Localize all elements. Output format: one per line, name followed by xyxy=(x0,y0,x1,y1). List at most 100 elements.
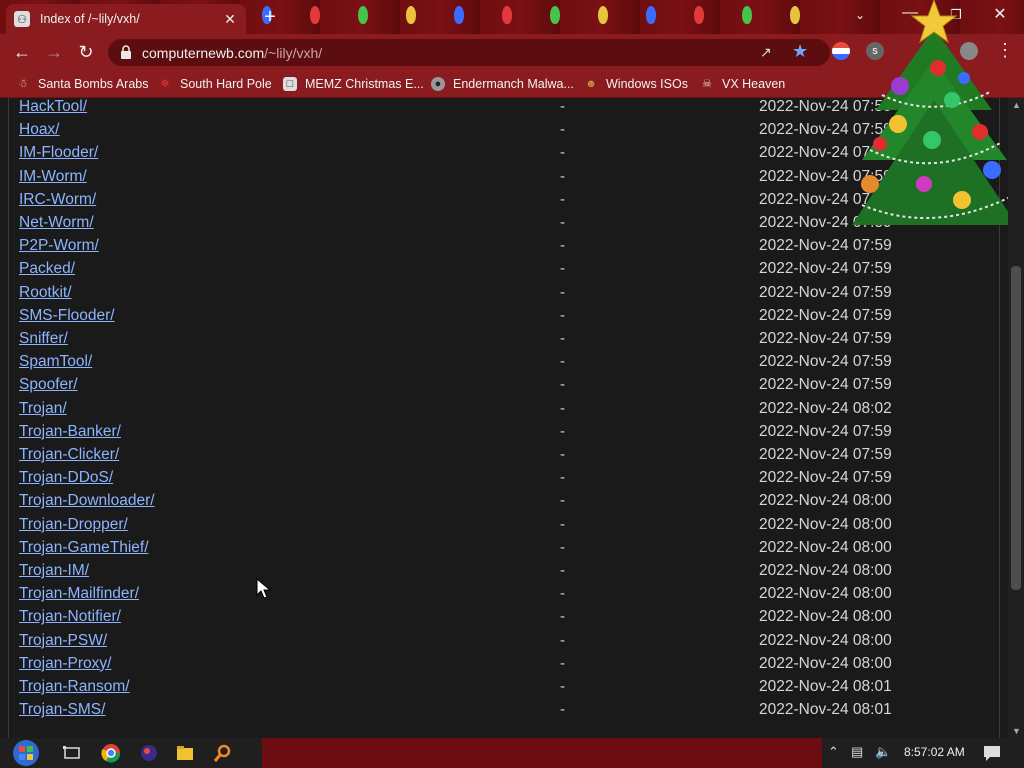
entry-modified-date: 2022-Nov-24 07:59 xyxy=(759,306,892,324)
bookmark-item[interactable]: ● Endermanch Malwa... xyxy=(431,75,574,93)
directory-link[interactable]: Trojan-SMS/ xyxy=(19,701,105,719)
entry-modified-date: 2022-Nov-24 07:59 xyxy=(759,376,892,394)
windows-taskbar: ⌃ ▤ 🔈 8:57:02 AM xyxy=(0,738,1024,768)
entry-size: - xyxy=(560,654,565,672)
table-row: Sniffer/ - 2022-Nov-24 07:59 xyxy=(0,330,1000,353)
entry-modified-date: 2022-Nov-24 07:59 xyxy=(759,422,892,440)
entry-size: - xyxy=(560,515,565,533)
table-row: Trojan-SMS/ - 2022-Nov-24 08:01 xyxy=(0,701,1000,724)
light-bulb xyxy=(454,6,464,24)
directory-link[interactable]: SpamTool/ xyxy=(19,353,92,371)
directory-link[interactable]: Trojan/ xyxy=(19,400,67,418)
vertical-scrollbar[interactable]: ▲ ▼ xyxy=(1008,98,1024,738)
bookmark-item[interactable]: ☠ VX Heaven xyxy=(700,75,785,93)
url-text: computernewb.com/~lily/vxh/ xyxy=(142,45,322,61)
entry-size: - xyxy=(560,562,565,579)
table-row: Trojan-PSW/ - 2022-Nov-24 08:00 xyxy=(0,632,1000,655)
directory-link[interactable]: Trojan-Banker/ xyxy=(19,423,121,441)
share-icon[interactable]: ↗ xyxy=(760,44,772,61)
directory-link[interactable]: Sniffer/ xyxy=(19,330,68,348)
directory-link[interactable]: Packed/ xyxy=(19,260,75,278)
santa-icon: ☃ xyxy=(18,78,28,90)
directory-link[interactable]: Trojan-Clicker/ xyxy=(19,446,119,464)
directory-link[interactable]: Net-Worm/ xyxy=(19,214,94,232)
bookmark-item[interactable]: ☻ Windows ISOs xyxy=(584,75,688,93)
directory-link[interactable]: IM-Worm/ xyxy=(19,168,87,186)
directory-link[interactable]: Trojan-IM/ xyxy=(19,562,89,580)
taskbar-clock[interactable]: 8:57:02 AM xyxy=(904,745,965,759)
directory-link[interactable]: Trojan-GameThief/ xyxy=(19,539,149,557)
network-icon[interactable]: ▤ xyxy=(851,744,863,760)
directory-link[interactable]: Trojan-Ransom/ xyxy=(19,678,130,696)
directory-link[interactable]: IRC-Worm/ xyxy=(19,191,96,209)
directory-link[interactable]: Hoax/ xyxy=(19,121,60,139)
entry-modified-date: 2022-Nov-24 08:01 xyxy=(759,678,892,695)
entry-modified-date: 2022-Nov-24 08:00 xyxy=(759,562,892,579)
entry-modified-date: 2022-Nov-24 08:00 xyxy=(759,654,892,672)
directory-link[interactable]: Trojan-DDoS/ xyxy=(19,469,113,487)
url-host: computernewb.com xyxy=(142,45,265,61)
bookmark-label: VX Heaven xyxy=(722,77,786,91)
entry-size: - xyxy=(560,330,565,347)
windows-start-icon[interactable] xyxy=(8,738,44,768)
directory-link[interactable]: Trojan-Mailfinder/ xyxy=(19,585,139,603)
chevron-up-icon[interactable]: ⌃ xyxy=(828,744,839,760)
address-bar[interactable]: computernewb.com/~lily/vxh/ ↗ ★ xyxy=(108,39,830,66)
directory-link[interactable]: Trojan-PSW/ xyxy=(19,632,107,650)
reload-icon[interactable]: ↻ xyxy=(74,40,98,64)
entry-modified-date: 2022-Nov-24 08:00 xyxy=(759,608,892,626)
search-icon[interactable] xyxy=(213,743,233,763)
notification-icon[interactable] xyxy=(982,743,1002,763)
bookmark-item[interactable]: ❄ South Hard Pole xyxy=(158,75,271,93)
app-orb-icon[interactable] xyxy=(139,743,159,763)
skull-icon: ☠ xyxy=(702,78,712,90)
table-row: Spoofer/ - 2022-Nov-24 07:59 xyxy=(0,376,1000,399)
scroll-thumb[interactable] xyxy=(1011,266,1021,590)
table-row: Packed/ - 2022-Nov-24 07:59 xyxy=(0,260,1000,283)
close-icon[interactable]: ✕ xyxy=(222,11,238,28)
entry-size: - xyxy=(560,469,565,487)
directory-link[interactable]: Trojan-Downloader/ xyxy=(19,492,155,510)
lock-icon xyxy=(121,45,131,59)
entry-size: - xyxy=(560,306,565,324)
entry-modified-date: 2022-Nov-24 07:59 xyxy=(759,353,892,371)
entry-modified-date: 2022-Nov-24 07:59 xyxy=(759,469,892,487)
bookmark-item[interactable]: □ MEMZ Christmas E... xyxy=(283,75,424,93)
directory-link[interactable]: Trojan-Dropper/ xyxy=(19,516,128,534)
light-bulb xyxy=(550,6,560,24)
tab-active[interactable]: ⚇ Index of /~lily/vxh/ ✕ xyxy=(6,4,246,34)
directory-link[interactable]: Spoofer/ xyxy=(19,376,78,394)
bookmark-star-icon[interactable]: ★ xyxy=(792,41,808,62)
light-bulb xyxy=(694,6,704,24)
table-row: P2P-Worm/-2022-Nov-24 07:59 xyxy=(0,237,1000,260)
entry-size: - xyxy=(560,585,565,603)
entry-modified-date: 2022-Nov-24 08:00 xyxy=(759,585,892,603)
chrome-icon[interactable] xyxy=(101,743,121,763)
scroll-down-icon[interactable]: ▼ xyxy=(1012,726,1021,736)
bookmark-label: Windows ISOs xyxy=(606,77,688,91)
scroll-up-icon[interactable]: ▲ xyxy=(1012,100,1021,110)
entry-size: - xyxy=(560,121,565,139)
directory-link[interactable]: HackTool/ xyxy=(19,98,87,116)
file-explorer-icon[interactable] xyxy=(175,743,195,763)
new-tab-button[interactable]: + xyxy=(260,7,280,27)
page-favicon-icon: ⚇ xyxy=(14,11,30,27)
entry-modified-date: 2022-Nov-24 07:59 xyxy=(759,283,892,301)
table-row: SMS-Flooder/ - 2022-Nov-24 07:59 xyxy=(0,307,1000,330)
directory-link[interactable]: P2P-Worm/ xyxy=(19,237,99,255)
entry-size: - xyxy=(560,144,565,162)
forward-arrow-icon[interactable]: → xyxy=(42,40,66,64)
light-bulb xyxy=(646,6,656,24)
directory-link[interactable]: Trojan-Notifier/ xyxy=(19,608,121,626)
back-arrow-icon[interactable]: ← xyxy=(10,40,34,64)
table-row: Trojan-Mailfinder/ - 2022-Nov-24 08:00 xyxy=(0,585,1000,608)
directory-link[interactable]: Trojan-Proxy/ xyxy=(19,655,111,673)
table-row: Trojan-Proxy/ - 2022-Nov-24 08:00 xyxy=(0,655,1000,678)
bookmark-item[interactable]: ☃ Santa Bombs Arabs xyxy=(16,75,148,93)
volume-icon[interactable]: 🔈 xyxy=(875,744,891,760)
directory-link[interactable]: IM-Flooder/ xyxy=(19,144,98,162)
task-view-icon[interactable] xyxy=(62,743,82,763)
directory-link[interactable]: SMS-Flooder/ xyxy=(19,307,115,325)
mouse-cursor-icon xyxy=(256,578,272,599)
directory-link[interactable]: Rootkit/ xyxy=(19,284,72,302)
